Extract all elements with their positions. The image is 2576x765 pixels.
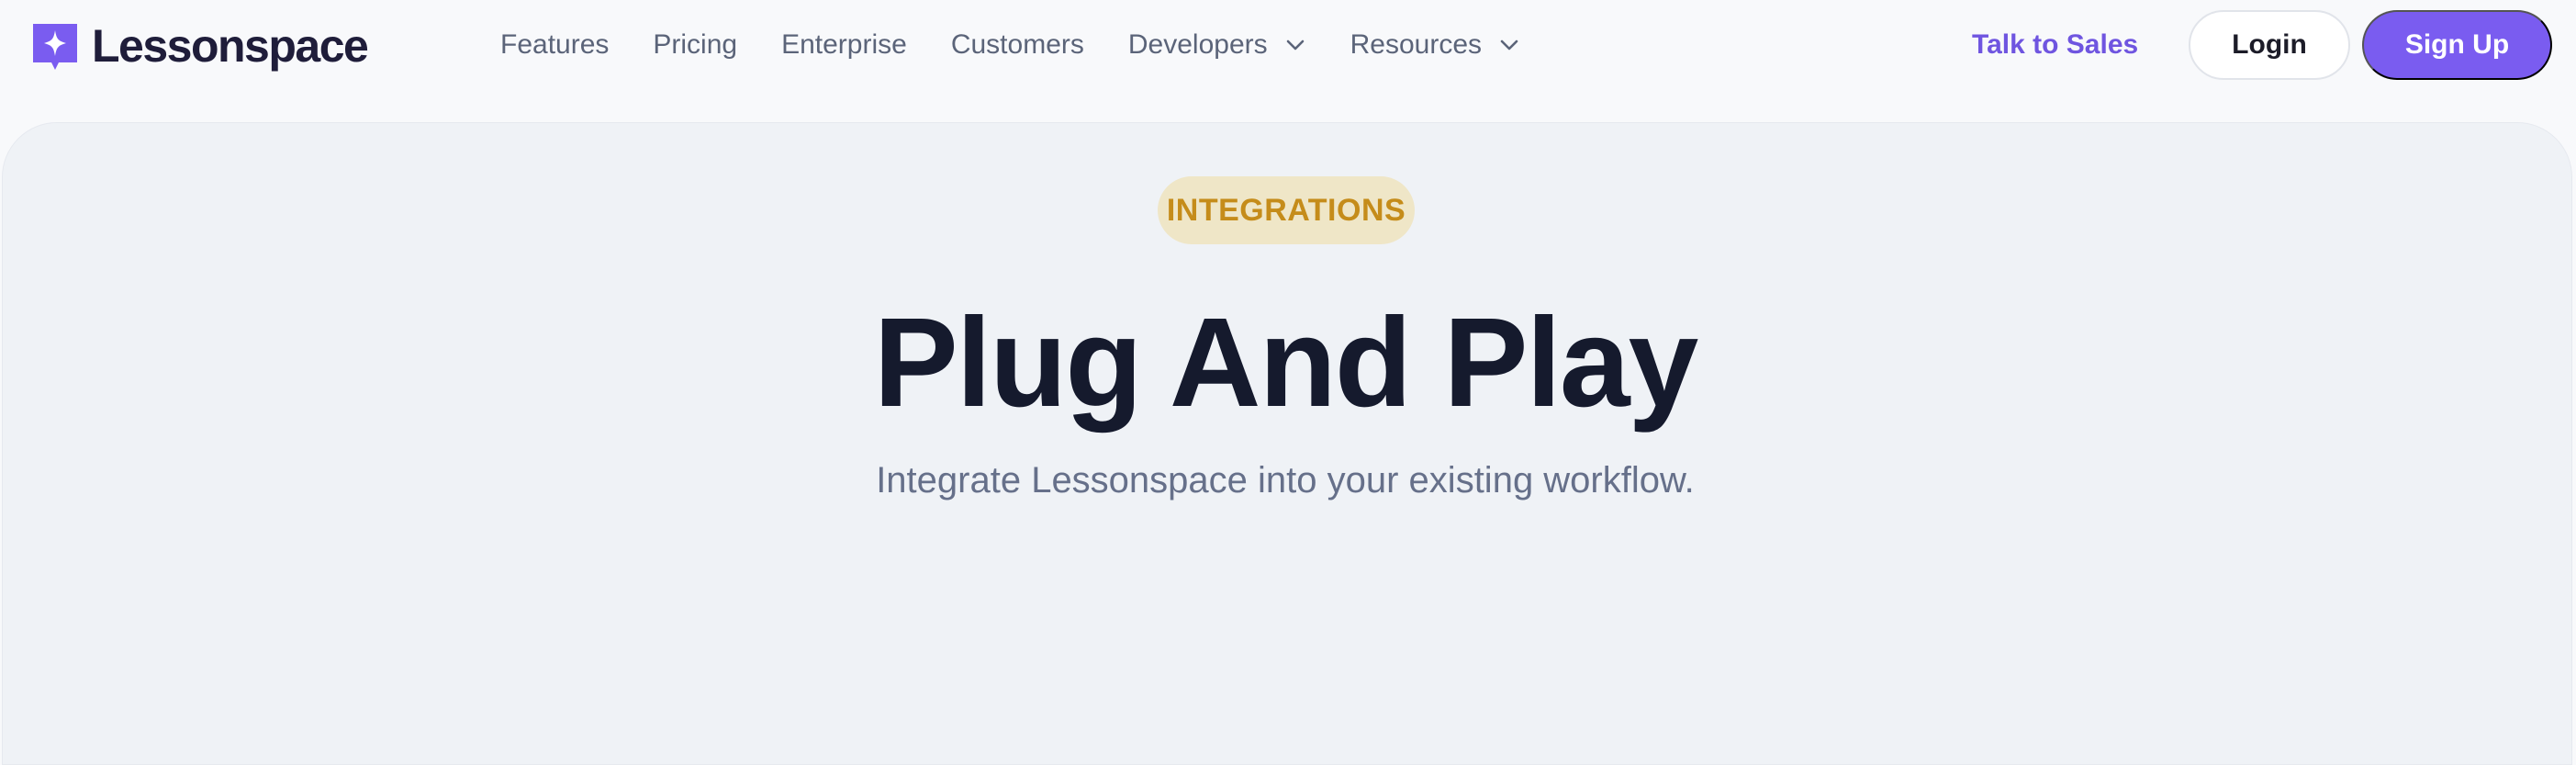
nav-link-label: Resources <box>1350 29 1483 60</box>
chevron-down-icon <box>1286 39 1304 51</box>
nav-link-label: Enterprise <box>781 29 907 60</box>
nav-link-customers[interactable]: Customers <box>951 29 1084 61</box>
nav-link-label: Customers <box>950 29 1084 60</box>
nav-link-enterprise[interactable]: Enterprise <box>781 29 907 61</box>
nav-link-label: Pricing <box>653 29 738 60</box>
login-button[interactable]: Login <box>2189 10 2350 80</box>
nav-link-features[interactable]: Features <box>500 29 609 61</box>
integrations-badge: INTEGRATIONS <box>1158 176 1415 244</box>
logo-wordmark: Lessonspace <box>92 20 369 72</box>
nav-dropdown-developers[interactable]: Developers <box>1128 29 1306 61</box>
lessonspace-logo[interactable]: Lessonspace <box>28 18 369 73</box>
main-nav: Features Pricing Enterprise Customers De… <box>500 24 1564 66</box>
logo-icon <box>33 24 77 70</box>
nav-link-label: Features <box>500 29 610 60</box>
nav-link-pricing[interactable]: Pricing <box>653 29 737 61</box>
talk-to-sales-link[interactable]: Talk to Sales <box>1972 24 2138 66</box>
sign-up-button[interactable]: Sign Up <box>2362 10 2552 80</box>
nav-dropdown-resources[interactable]: Resources <box>1350 29 1520 61</box>
nav-link-label: Developers <box>1127 29 1268 60</box>
chevron-down-icon <box>1500 39 1518 51</box>
top-navbar: Lessonspace Features Pricing Enterprise … <box>0 0 2576 92</box>
page-title: Plug And Play <box>873 292 1699 433</box>
hero-subtitle: Integrate Lessonspace into your existing… <box>876 460 1695 501</box>
